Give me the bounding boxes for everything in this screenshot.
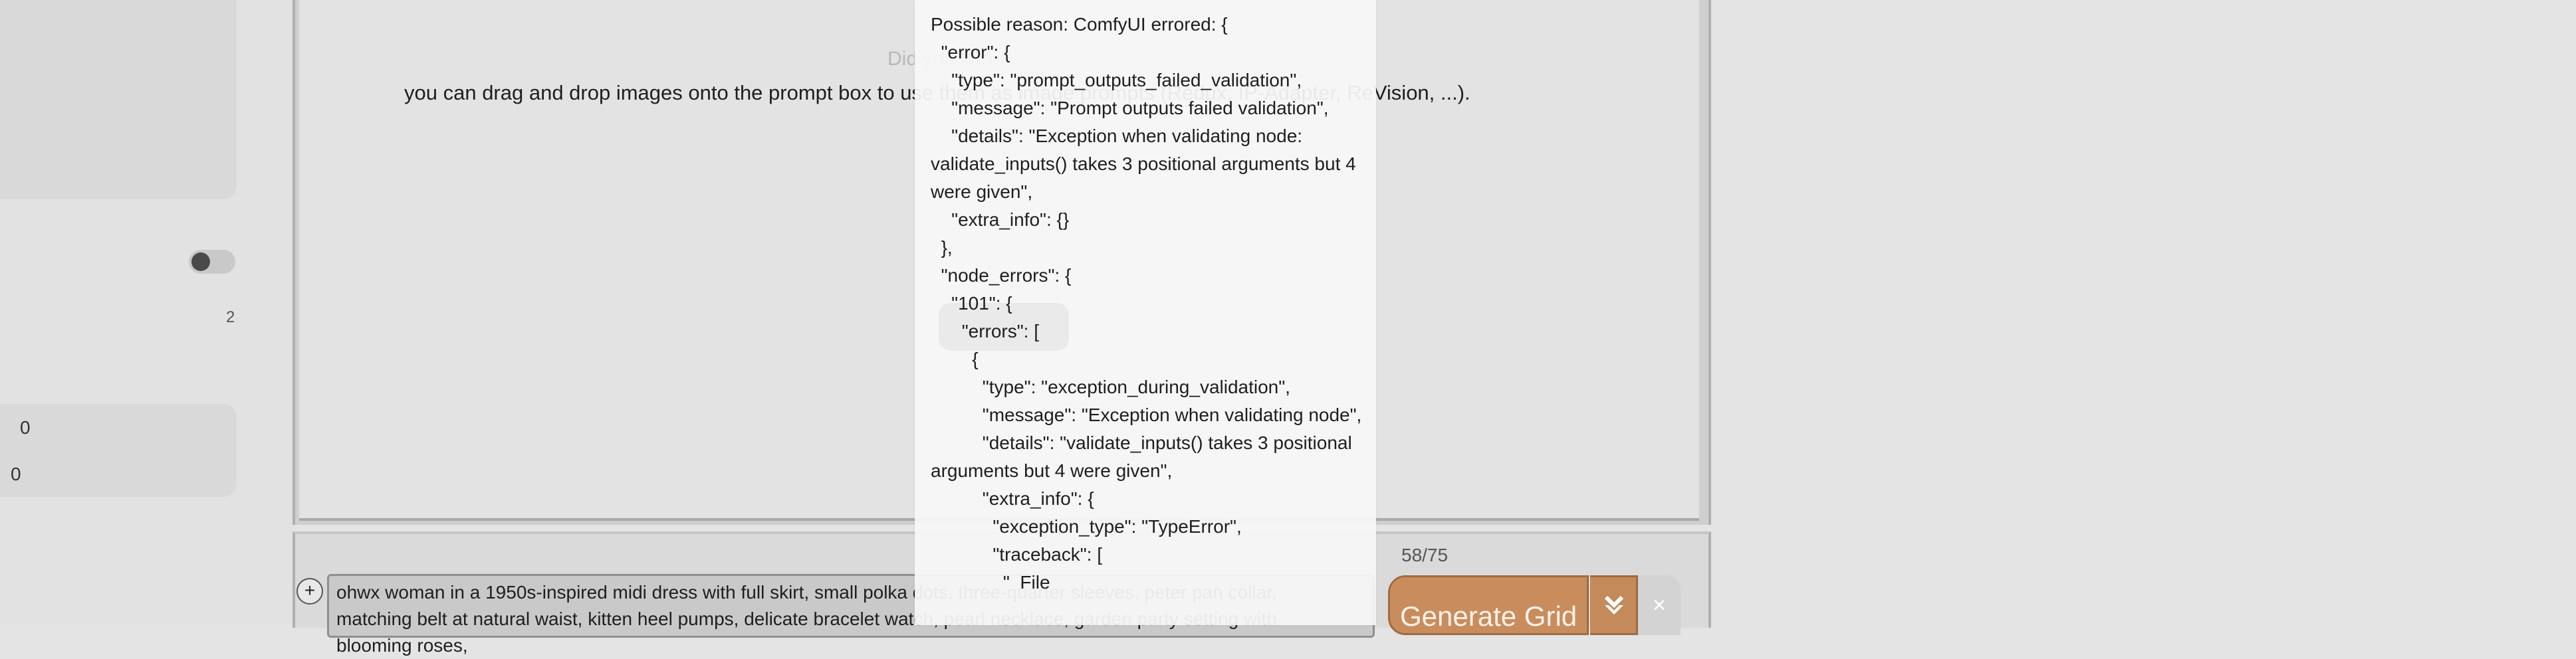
settings-card-top	[0, 0, 237, 199]
setting-number-input[interactable]: 0	[11, 464, 21, 485]
token-counter: 58/75	[1401, 545, 1449, 565]
generate-options-button[interactable]	[1590, 575, 1638, 635]
chevron-down-icon	[1604, 595, 1624, 614]
setting-number-input[interactable]: 0	[20, 417, 31, 438]
toggle-knob[interactable]	[191, 252, 210, 271]
settings-card-bottom	[0, 404, 237, 497]
add-image-button[interactable]: +	[296, 578, 323, 605]
cancel-button[interactable]: ×	[1638, 575, 1681, 635]
error-message: Possible reason: ComfyUI errored: { "err…	[931, 14, 1362, 593]
generate-button-label[interactable]: Generate Grid	[1400, 601, 1577, 632]
setting-value: 2	[226, 308, 235, 326]
